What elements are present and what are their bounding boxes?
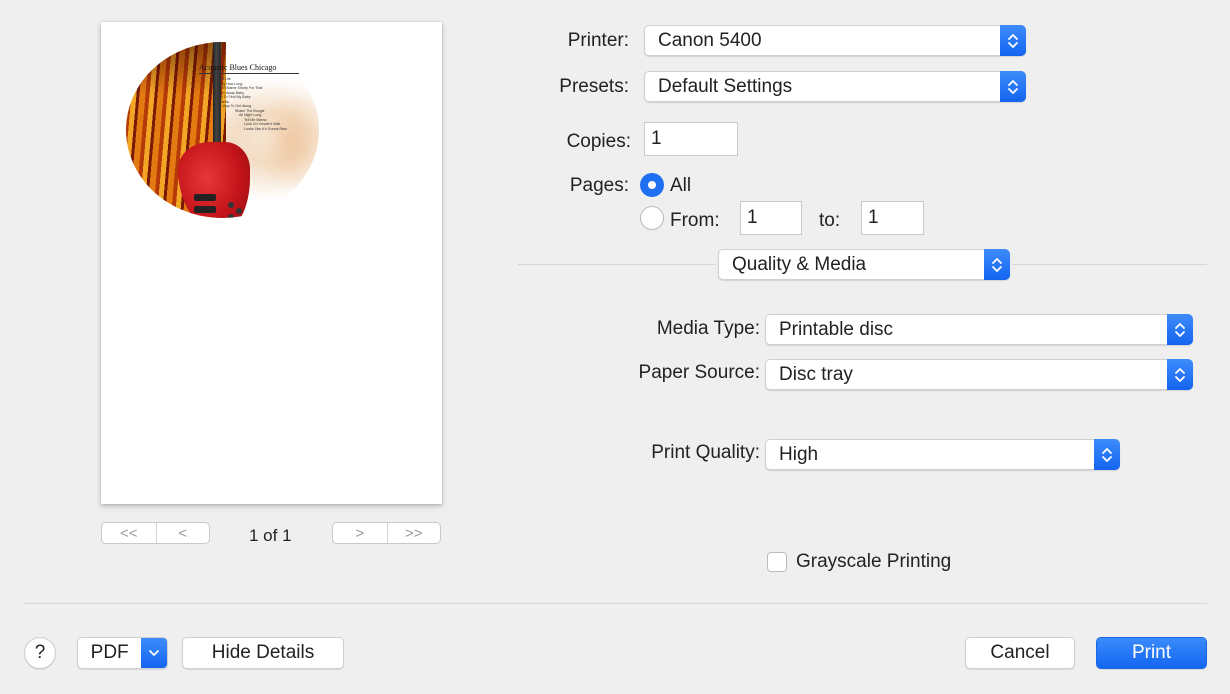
double-chevron-left-icon: << xyxy=(119,524,138,542)
paper-source-select[interactable]: Disc tray xyxy=(765,359,1193,390)
media-type-select[interactable]: Printable disc xyxy=(765,314,1193,345)
previous-page-button[interactable]: < xyxy=(155,523,210,543)
print-button[interactable]: Print xyxy=(1096,637,1207,669)
presets-label: Presets: xyxy=(559,76,629,97)
double-chevron-right-icon: >> xyxy=(404,524,423,542)
copies-label: Copies: xyxy=(566,131,631,152)
pages-label: Pages: xyxy=(569,175,629,196)
pages-from-input[interactable]: 1 xyxy=(740,201,802,235)
pages-to-label: to: xyxy=(819,210,841,231)
media-type-value: Printable disc xyxy=(779,318,894,340)
panel-select[interactable]: Quality & Media xyxy=(718,249,1010,280)
pages-to-input[interactable]: 1 xyxy=(861,201,924,235)
presets-value: Default Settings xyxy=(658,75,793,97)
copies-input[interactable]: 1 xyxy=(644,122,738,156)
chevron-down-icon[interactable] xyxy=(141,638,167,668)
up-down-chevron-icon xyxy=(1000,25,1026,56)
section-divider xyxy=(518,264,716,265)
hide-details-button[interactable]: Hide Details xyxy=(182,637,344,669)
pager-back-group: << < xyxy=(101,522,210,544)
page-indicator: 1 of 1 xyxy=(249,526,292,545)
last-page-button[interactable]: >> xyxy=(386,523,441,543)
guitar-pickup xyxy=(194,194,216,201)
disc-title: Acoustic Blues Chicago xyxy=(199,63,299,74)
pages-from-label: From: xyxy=(670,210,720,231)
guitar-pickup xyxy=(194,206,216,213)
guitar-knob xyxy=(228,214,234,218)
cancel-button[interactable]: Cancel xyxy=(965,637,1075,669)
up-down-chevron-icon xyxy=(1000,71,1026,102)
section-divider xyxy=(1012,264,1207,265)
track-list: Fast Life Baby How Long Don't Blame Shorty… xyxy=(217,77,287,131)
up-down-chevron-icon xyxy=(984,249,1010,280)
pdf-menu-button[interactable]: PDF xyxy=(77,637,168,669)
chevron-left-icon: < xyxy=(178,524,188,542)
printer-select[interactable]: Canon 5400 xyxy=(644,25,1026,56)
printer-value: Canon 5400 xyxy=(658,29,762,51)
pages-all-label: All xyxy=(670,175,692,196)
paper-source-value: Disc tray xyxy=(779,363,853,385)
next-page-button[interactable]: > xyxy=(333,523,387,543)
pages-all-radio[interactable] xyxy=(640,173,664,197)
up-down-chevron-icon xyxy=(1167,359,1193,390)
printer-label: Printer: xyxy=(567,30,629,51)
paper-source-label: Paper Source: xyxy=(638,362,760,383)
footer-divider xyxy=(23,603,1207,604)
panel-select-value: Quality & Media xyxy=(732,253,867,275)
up-down-chevron-icon xyxy=(1094,439,1120,470)
print-quality-select[interactable]: High xyxy=(765,439,1120,470)
guitar-knob xyxy=(228,202,234,208)
first-page-button[interactable]: << xyxy=(102,523,156,543)
help-button[interactable]: ? xyxy=(24,637,56,669)
pager-forward-group: > >> xyxy=(332,522,441,544)
chevron-right-icon: > xyxy=(355,524,365,542)
print-quality-label: Print Quality: xyxy=(651,442,760,463)
grayscale-checkbox[interactable] xyxy=(767,552,787,572)
guitar-body-image xyxy=(178,142,250,218)
track-item: Looks Like It's Gonna Rain xyxy=(244,126,287,131)
question-mark-icon: ? xyxy=(34,642,46,663)
up-down-chevron-icon xyxy=(1167,314,1193,345)
guitar-knob xyxy=(236,208,242,214)
presets-select[interactable]: Default Settings xyxy=(644,71,1026,102)
pages-range-radio[interactable] xyxy=(640,206,664,230)
grayscale-label: Grayscale Printing xyxy=(796,551,952,572)
pdf-label: PDF xyxy=(90,642,129,663)
print-quality-value: High xyxy=(779,443,819,465)
print-preview-page: Acoustic Blues Chicago Fast Life Baby How… xyxy=(101,22,442,504)
media-type-label: Media Type: xyxy=(656,318,760,339)
